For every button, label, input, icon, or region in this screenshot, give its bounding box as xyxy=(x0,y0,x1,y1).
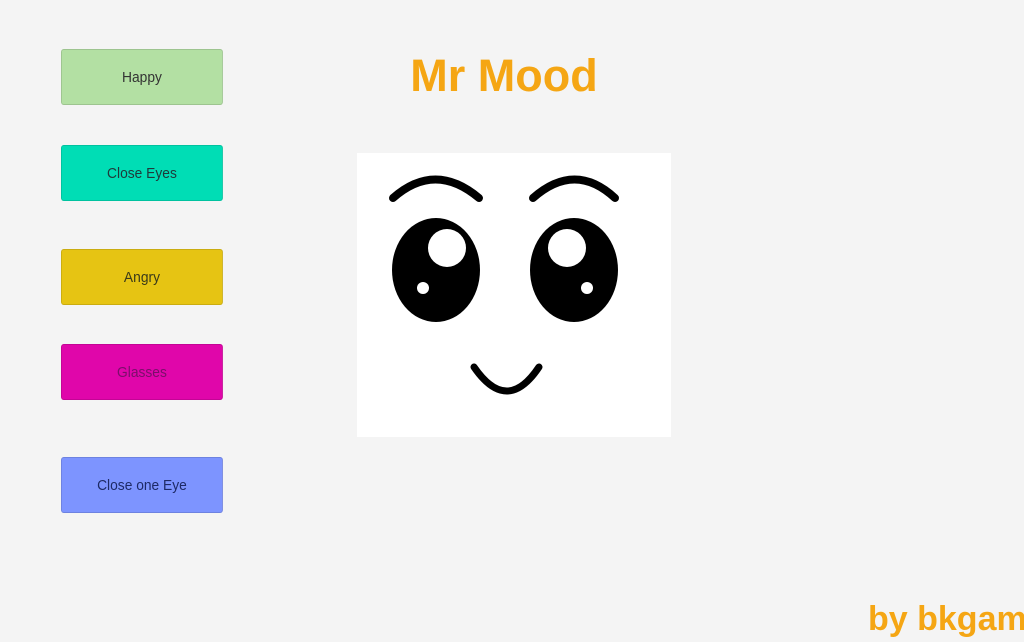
right-eyebrow xyxy=(529,175,619,202)
angry-button[interactable]: Angry xyxy=(61,249,223,305)
mood-face-card xyxy=(357,153,671,437)
right-eye-highlight xyxy=(548,229,586,267)
smiling-face-icon xyxy=(389,175,619,395)
app-title: Mr Mood xyxy=(410,50,598,101)
close-one-eye-button[interactable]: Close one Eye xyxy=(61,457,223,513)
left-eye-highlight xyxy=(428,229,466,267)
glasses-button-label: Glasses xyxy=(117,363,167,381)
happy-button[interactable]: Happy xyxy=(61,49,223,105)
close-eyes-button-label: Close Eyes xyxy=(107,164,177,182)
right-eye-sparkle xyxy=(581,282,593,294)
glasses-button[interactable]: Glasses xyxy=(61,344,223,400)
close-eyes-button[interactable]: Close Eyes xyxy=(61,145,223,201)
angry-button-label: Angry xyxy=(123,268,160,286)
smile-mouth xyxy=(470,363,543,395)
happy-button-label: Happy xyxy=(122,68,162,86)
close-one-eye-button-label: Close one Eye xyxy=(97,476,187,494)
left-eye-sparkle xyxy=(417,282,429,294)
credit-text: by bkgame xyxy=(868,600,1024,638)
left-eyebrow xyxy=(389,175,483,202)
